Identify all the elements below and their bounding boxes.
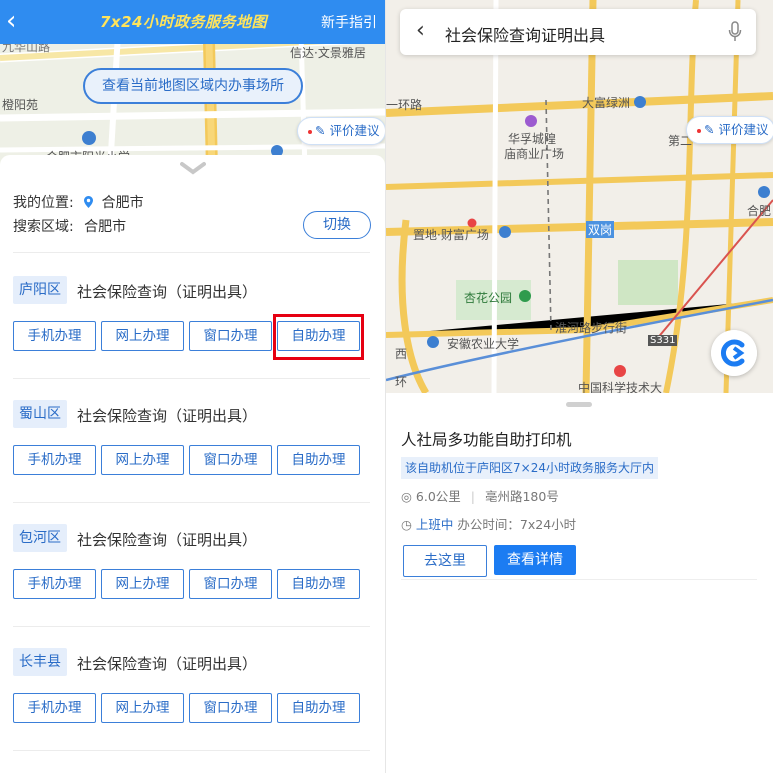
drag-handle[interactable]: [566, 402, 592, 407]
search-area-value: 合肥市: [84, 219, 127, 235]
map-label: 双岗: [586, 221, 615, 238]
window-handle-button[interactable]: 窗口办理: [189, 693, 272, 723]
map-label: 信达·文景雅居: [290, 46, 366, 60]
divider: [401, 579, 757, 580]
district-tag: 蜀山区: [13, 400, 67, 428]
microphone-icon[interactable]: [728, 21, 742, 43]
my-location-label: 我的位置:: [13, 195, 74, 211]
map-label: 置地·财富广场: [413, 228, 489, 242]
online-handle-button[interactable]: 网上办理: [101, 693, 184, 723]
window-handle-button[interactable]: 窗口办理: [189, 445, 272, 475]
service-title[interactable]: 社会保险查询（证明出具）: [77, 653, 257, 674]
map-label: 橙阳苑: [2, 98, 39, 112]
switch-button[interactable]: 切换: [303, 211, 371, 239]
dot-icon: [697, 128, 701, 133]
mobile-handle-button[interactable]: 手机办理: [13, 445, 96, 475]
self-service-button[interactable]: 自助办理: [277, 445, 360, 475]
right-screen: 一环路 大富绿洲 华孚城隍 庙商业广场 第二 置地·财富广场 双岗 合肥 杏花公…: [386, 0, 773, 773]
my-location-value: 合肥市: [101, 195, 144, 211]
window-handle-button[interactable]: 窗口办理: [189, 321, 272, 351]
divider: [13, 750, 370, 751]
evaluate-button[interactable]: ✎ 评价建议: [297, 117, 385, 145]
back-icon[interactable]: ‹: [416, 19, 425, 43]
divider: [13, 626, 370, 627]
online-handle-button[interactable]: 网上办理: [101, 445, 184, 475]
divider: [13, 252, 370, 253]
map-label: 大富绿洲: [582, 96, 631, 110]
map-label: 一环路: [386, 98, 423, 112]
map-label: 西: [395, 347, 408, 361]
divider: [13, 378, 370, 379]
edit-icon: ✎: [704, 122, 715, 137]
place-distance: 6.0公里: [415, 489, 461, 504]
district-block-shushan: 蜀山区 社会保险查询（证明出具） 手机办理 网上办理 窗口办理 自助办理: [13, 400, 370, 524]
service-title[interactable]: 社会保险查询（证明出具）: [77, 281, 257, 302]
self-service-button[interactable]: 自助办理: [277, 693, 360, 723]
view-details-button[interactable]: 查看详情: [494, 545, 576, 575]
left-screen: 九华山路 信达·文景雅居 橙阳苑 合肥市阳光小学 ‹ 7x24小时政务服务地图 …: [0, 0, 385, 773]
chevron-down-icon[interactable]: [180, 161, 206, 175]
place-meta: ◎ 6.0公里 | 亳州路180号: [401, 486, 559, 505]
right-map[interactable]: 一环路 大富绿洲 华孚城隍 庙商业广场 第二 置地·财富广场 双岗 合肥 杏花公…: [386, 0, 773, 393]
evaluate-label: 评价建议: [718, 122, 769, 137]
clock-icon: ◷: [401, 517, 412, 532]
search-bar[interactable]: ‹ 社会保险查询证明出具: [400, 9, 756, 55]
service-sheet: 我的位置: 合肥市 搜索区域: 合肥市 切换 庐阳区 社会保险查询（证明出具） …: [0, 155, 385, 773]
place-status: ◷ 上班中 办公时间：7x24小时: [401, 514, 576, 533]
district-block-baohe: 包河区 社会保险查询（证明出具） 手机办理 网上办理 窗口办理 自助办理: [13, 524, 370, 648]
location-pin-icon: [84, 196, 94, 208]
district-block-changfeng: 长丰县 社会保险查询（证明出具） 手机办理 网上办理 窗口办理 自助办理: [13, 648, 370, 772]
location-pin-icon: ◎: [401, 489, 412, 504]
top-bar: ‹ 7x24小时政务服务地图 新手指引: [0, 0, 385, 44]
guide-link[interactable]: 新手指引: [321, 12, 377, 32]
map-label: 中国科学技术大: [578, 381, 663, 393]
map-label: S331: [648, 335, 678, 346]
place-card: 人社局多功能自助打印机 该自助机位于庐阳区7×24小时政务服务大厅内 ◎ 6.0…: [386, 393, 773, 773]
evaluate-button[interactable]: ✎ 评价建议: [686, 116, 773, 144]
service-title[interactable]: 社会保险查询（证明出具）: [77, 405, 257, 426]
back-icon[interactable]: ‹: [6, 8, 30, 34]
my-location-row: 我的位置: 合肥市: [13, 192, 144, 212]
locate-icon[interactable]: [711, 330, 757, 376]
evaluate-label: 评价建议: [329, 123, 380, 138]
map-label: 淮河路步行街: [555, 321, 628, 335]
page-title: 7x24小时政务服务地图: [100, 13, 267, 31]
office-hours: 办公时间：7x24小时: [457, 517, 577, 532]
edit-icon: ✎: [315, 123, 326, 138]
search-input[interactable]: 社会保险查询证明出具: [445, 22, 605, 46]
highlight-box: [273, 314, 364, 360]
district-tag: 庐阳区: [13, 276, 67, 304]
district-tag: 包河区: [13, 524, 67, 552]
search-area-label: 搜索区域:: [13, 219, 74, 235]
online-handle-button[interactable]: 网上办理: [101, 321, 184, 351]
place-name[interactable]: 人社局多功能自助打印机: [401, 428, 572, 450]
online-handle-button[interactable]: 网上办理: [101, 569, 184, 599]
open-status: 上班中: [415, 517, 454, 532]
place-description: 该自助机位于庐阳区7×24小时政务服务大厅内: [401, 457, 658, 479]
map-label: 合肥: [747, 204, 772, 218]
district-tag: 长丰县: [13, 648, 67, 676]
window-handle-button[interactable]: 窗口办理: [189, 569, 272, 599]
map-label: 安徽农业大学: [447, 337, 520, 351]
map-label: 环: [395, 375, 408, 389]
self-service-button[interactable]: 自助办理: [277, 569, 360, 599]
search-area-row: 搜索区域: 合肥市: [13, 216, 126, 236]
go-here-button[interactable]: 去这里: [403, 545, 487, 577]
place-address: 亳州路180号: [484, 489, 559, 504]
map-label: 杏花公园: [464, 291, 513, 305]
mobile-handle-button[interactable]: 手机办理: [13, 693, 96, 723]
divider: [13, 502, 370, 503]
service-title[interactable]: 社会保险查询（证明出具）: [77, 529, 257, 550]
map-label: 庙商业广场: [504, 147, 565, 161]
dot-icon: [308, 129, 312, 134]
view-offices-button[interactable]: 查看当前地图区域内办事场所: [83, 68, 303, 104]
mobile-handle-button[interactable]: 手机办理: [13, 321, 96, 351]
mobile-handle-button[interactable]: 手机办理: [13, 569, 96, 599]
meta-separator: |: [470, 489, 475, 504]
